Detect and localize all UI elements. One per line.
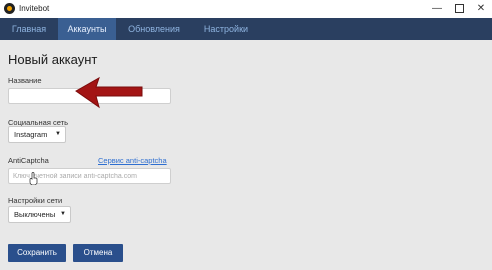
red-arrow-icon: [75, 76, 143, 109]
window-titlebar: Invitebot — ✕: [0, 0, 492, 19]
close-button[interactable]: ✕: [470, 1, 492, 16]
network-settings-select[interactable]: Выключены ▼: [8, 206, 71, 223]
cancel-button[interactable]: Отмена: [73, 244, 123, 262]
tab-settings[interactable]: Настройки: [192, 18, 260, 40]
maximize-icon: [454, 3, 464, 13]
name-label: Название: [8, 76, 42, 85]
network-select[interactable]: Instagram ▼: [8, 126, 66, 143]
mouse-cursor-icon: [29, 172, 38, 185]
page-title: Новый аккаунт: [8, 52, 98, 67]
save-button[interactable]: Сохранить: [8, 244, 66, 262]
anticaptcha-label: AntiCaptcha: [8, 156, 49, 165]
network-settings-value: Выключены: [14, 210, 56, 219]
maximize-button[interactable]: [448, 1, 470, 16]
window-title: Invitebot: [19, 4, 50, 13]
tab-accounts[interactable]: Аккаунты: [58, 18, 116, 40]
invitebot-logo-icon: [4, 3, 15, 14]
minimize-button[interactable]: —: [426, 1, 448, 16]
chevron-down-icon: ▼: [60, 211, 66, 217]
tab-updates[interactable]: Обновления: [118, 18, 190, 40]
tab-home[interactable]: Главная: [0, 18, 58, 40]
chevron-down-icon: ▼: [55, 131, 61, 137]
network-settings-label: Настройки сети: [8, 196, 63, 205]
main-content: Новый аккаунт Название Социальная сеть I…: [0, 40, 492, 270]
network-select-value: Instagram: [14, 130, 48, 139]
anticaptcha-service-link[interactable]: Сервис anti-captcha: [98, 156, 167, 165]
top-navigation: Главная Аккаунты Обновления Настройки: [0, 18, 492, 40]
